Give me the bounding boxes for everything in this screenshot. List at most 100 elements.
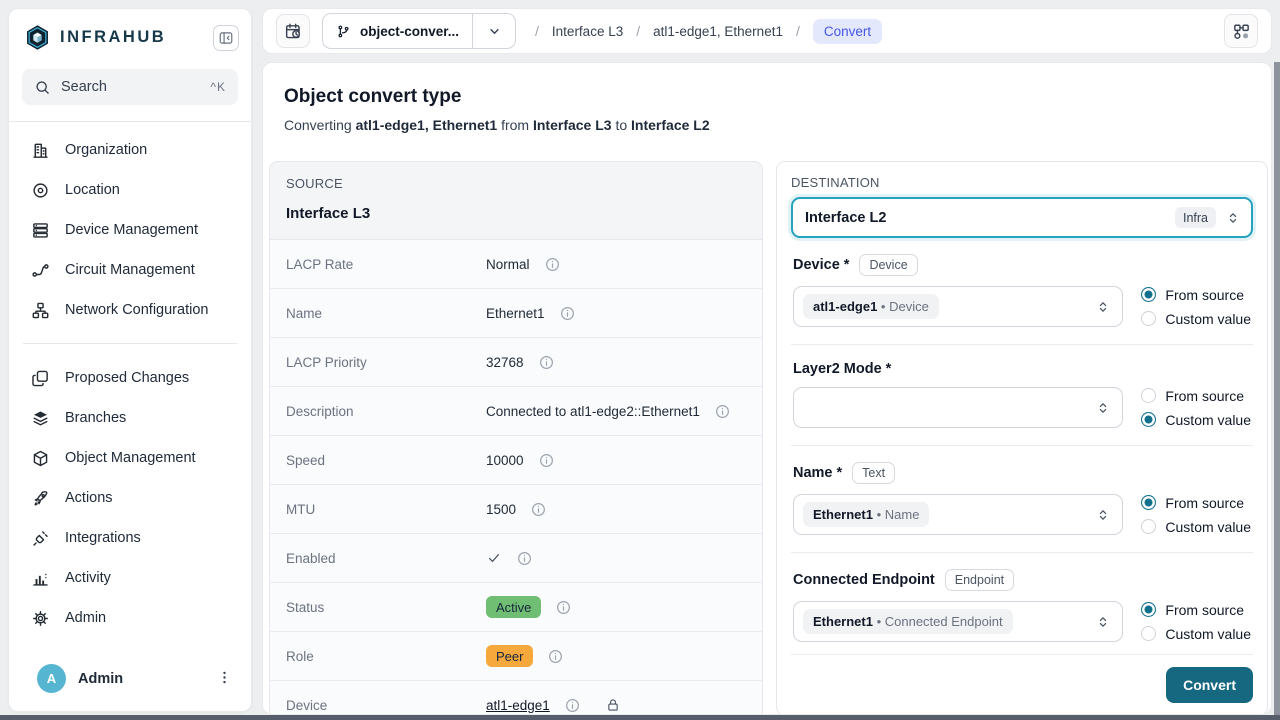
branch-selector[interactable]: object-conver... <box>322 13 516 49</box>
sidebar-item-branches[interactable]: Branches <box>9 398 251 438</box>
info-icon[interactable] <box>516 550 533 567</box>
subtitle-emphasis: atl1-edge1, Ethernet1 <box>356 117 498 133</box>
schema-icon <box>1232 22 1251 41</box>
name-from-source-radio[interactable]: From source <box>1141 495 1251 511</box>
sidebar-item-integrations[interactable]: Integrations <box>9 518 251 558</box>
breadcrumb-item-active[interactable]: Convert <box>813 19 882 44</box>
user-menu-button[interactable] <box>216 669 233 689</box>
attribute-label: Status <box>270 600 486 615</box>
infrahub-logo <box>24 24 51 51</box>
destination-label: DESTINATION <box>791 175 1253 190</box>
attribute-label: Role <box>270 649 486 664</box>
sidebar-item-device-management[interactable]: Device Management <box>9 210 251 250</box>
sidebar-item-object-management[interactable]: Object Management <box>9 438 251 478</box>
window-scrollbar-vertical[interactable] <box>1274 62 1280 720</box>
breadcrumb-item[interactable]: atl1-edge1, Ethernet1 <box>653 24 783 39</box>
status-badge: Active <box>486 596 541 618</box>
sidebar-item-location[interactable]: Location <box>9 170 251 210</box>
git-branch-icon <box>336 24 351 39</box>
sidebar-nav-secondary: Proposed ChangesBranchesObject Managemen… <box>9 358 251 638</box>
name-select[interactable]: Ethernet1 • Name <box>793 494 1123 535</box>
attribute-value: 10000 <box>486 452 555 469</box>
sidebar: INFRAHUB Search ^K OrganizationLocation D… <box>8 8 252 712</box>
sidebar-item-actions[interactable]: Actions <box>9 478 251 518</box>
convert-button[interactable]: Convert <box>1166 667 1253 703</box>
window-scrollbar-horizontal[interactable] <box>0 715 1280 720</box>
sidebar-divider <box>9 121 251 122</box>
source-row-description: DescriptionConnected to atl1-edge2::Ethe… <box>270 387 762 436</box>
attribute-value-text: 10000 <box>486 453 524 468</box>
connected-endpoint-select[interactable]: Ethernet1 • Connected Endpoint <box>793 601 1123 642</box>
sidebar-item-activity[interactable]: Activity <box>9 558 251 598</box>
search-input[interactable]: Search ^K <box>22 69 238 105</box>
info-icon[interactable] <box>530 501 547 518</box>
plug-icon <box>31 529 50 548</box>
select-updown-icon <box>1095 400 1111 416</box>
sidebar-item-label: Actions <box>65 490 113 506</box>
info-icon[interactable] <box>544 256 561 273</box>
sidebar-header: INFRAHUB <box>9 9 251 59</box>
field-source-toggle: From source Custom value <box>1141 495 1251 535</box>
page-subtitle: Converting atl1-edge1, Ethernet1 from In… <box>284 117 710 133</box>
destination-type-select[interactable]: Interface L2 Infra <box>791 197 1253 238</box>
attribute-label: Description <box>270 404 486 419</box>
branch-dropdown-toggle[interactable] <box>473 14 515 48</box>
info-icon[interactable] <box>559 305 576 322</box>
schema-button[interactable] <box>1224 14 1258 48</box>
layer2-mode-custom-value-radio[interactable]: Custom value <box>1141 412 1251 428</box>
connected-endpoint-from-source-radio[interactable]: From source <box>1141 602 1251 618</box>
checkmark-icon <box>486 550 502 566</box>
info-icon[interactable] <box>564 697 581 714</box>
attribute-label: LACP Rate <box>270 257 486 272</box>
info-icon[interactable] <box>547 648 564 665</box>
related-object-link[interactable]: atl1-edge1 <box>486 698 550 713</box>
attribute-label: Enabled <box>270 551 486 566</box>
sidebar-item-organization[interactable]: Organization <box>9 130 251 170</box>
radio-dot <box>1141 287 1156 302</box>
radio-label: From source <box>1165 388 1244 404</box>
rocket-icon <box>31 489 50 508</box>
connected-endpoint-custom-value-radio[interactable]: Custom value <box>1141 626 1251 642</box>
breadcrumb-item[interactable]: Interface L3 <box>552 24 623 39</box>
layers-icon <box>31 409 50 428</box>
attribute-value: Active <box>486 596 572 618</box>
sidebar-item-admin[interactable]: Admin <box>9 598 251 638</box>
source-row-lacp-rate: LACP RateNormal <box>270 240 762 289</box>
select-updown-icon <box>1095 507 1111 523</box>
time-travel-button[interactable] <box>276 14 310 48</box>
device-select[interactable]: atl1-edge1 • Device <box>793 286 1123 327</box>
sidebar-item-network-configuration[interactable]: Network Configuration <box>9 290 251 330</box>
attribute-value <box>486 550 533 567</box>
top-bar: object-conver... /Interface L3/atl1-edge… <box>262 8 1272 54</box>
sidebar-item-label: Device Management <box>65 222 198 238</box>
chip-kind: • Device <box>877 299 929 314</box>
field-section-connected-endpoint: Connected EndpointEndpointEthernet1 • Co… <box>791 552 1253 652</box>
sidebar-collapse-button[interactable] <box>213 25 239 51</box>
sidebar-nav-primary: OrganizationLocation Device Management Cir… <box>9 130 251 330</box>
building-icon <box>31 141 50 160</box>
sidebar-item-circuit-management[interactable]: Circuit Management <box>9 250 251 290</box>
info-icon[interactable] <box>538 452 555 469</box>
layer2-mode-select[interactable] <box>793 387 1123 428</box>
device-custom-value-radio[interactable]: Custom value <box>1141 311 1251 327</box>
select-updown-icon <box>1225 210 1241 226</box>
name-custom-value-radio[interactable]: Custom value <box>1141 519 1251 535</box>
chip-value: atl1-edge1 <box>813 299 877 314</box>
info-icon[interactable] <box>538 354 555 371</box>
radio-dot <box>1141 626 1156 641</box>
radio-label: Custom value <box>1165 311 1251 327</box>
device-from-source-radio[interactable]: From source <box>1141 287 1251 303</box>
radio-dot <box>1141 311 1156 326</box>
field-kind-badge: Text <box>852 462 895 484</box>
page-title: Object convert type <box>284 86 461 108</box>
layer2-mode-from-source-radio[interactable]: From source <box>1141 388 1251 404</box>
info-icon[interactable] <box>555 599 572 616</box>
sidebar-item-proposed-changes[interactable]: Proposed Changes <box>9 358 251 398</box>
search-icon <box>34 79 51 96</box>
subtitle-emphasis: Interface L2 <box>631 117 710 133</box>
field-label-row: Name *Text <box>793 462 1251 484</box>
user-menu[interactable]: A Admin <box>19 658 243 699</box>
info-icon[interactable] <box>714 403 731 420</box>
field-body: From source Custom value <box>793 387 1251 428</box>
route-icon <box>31 261 50 280</box>
